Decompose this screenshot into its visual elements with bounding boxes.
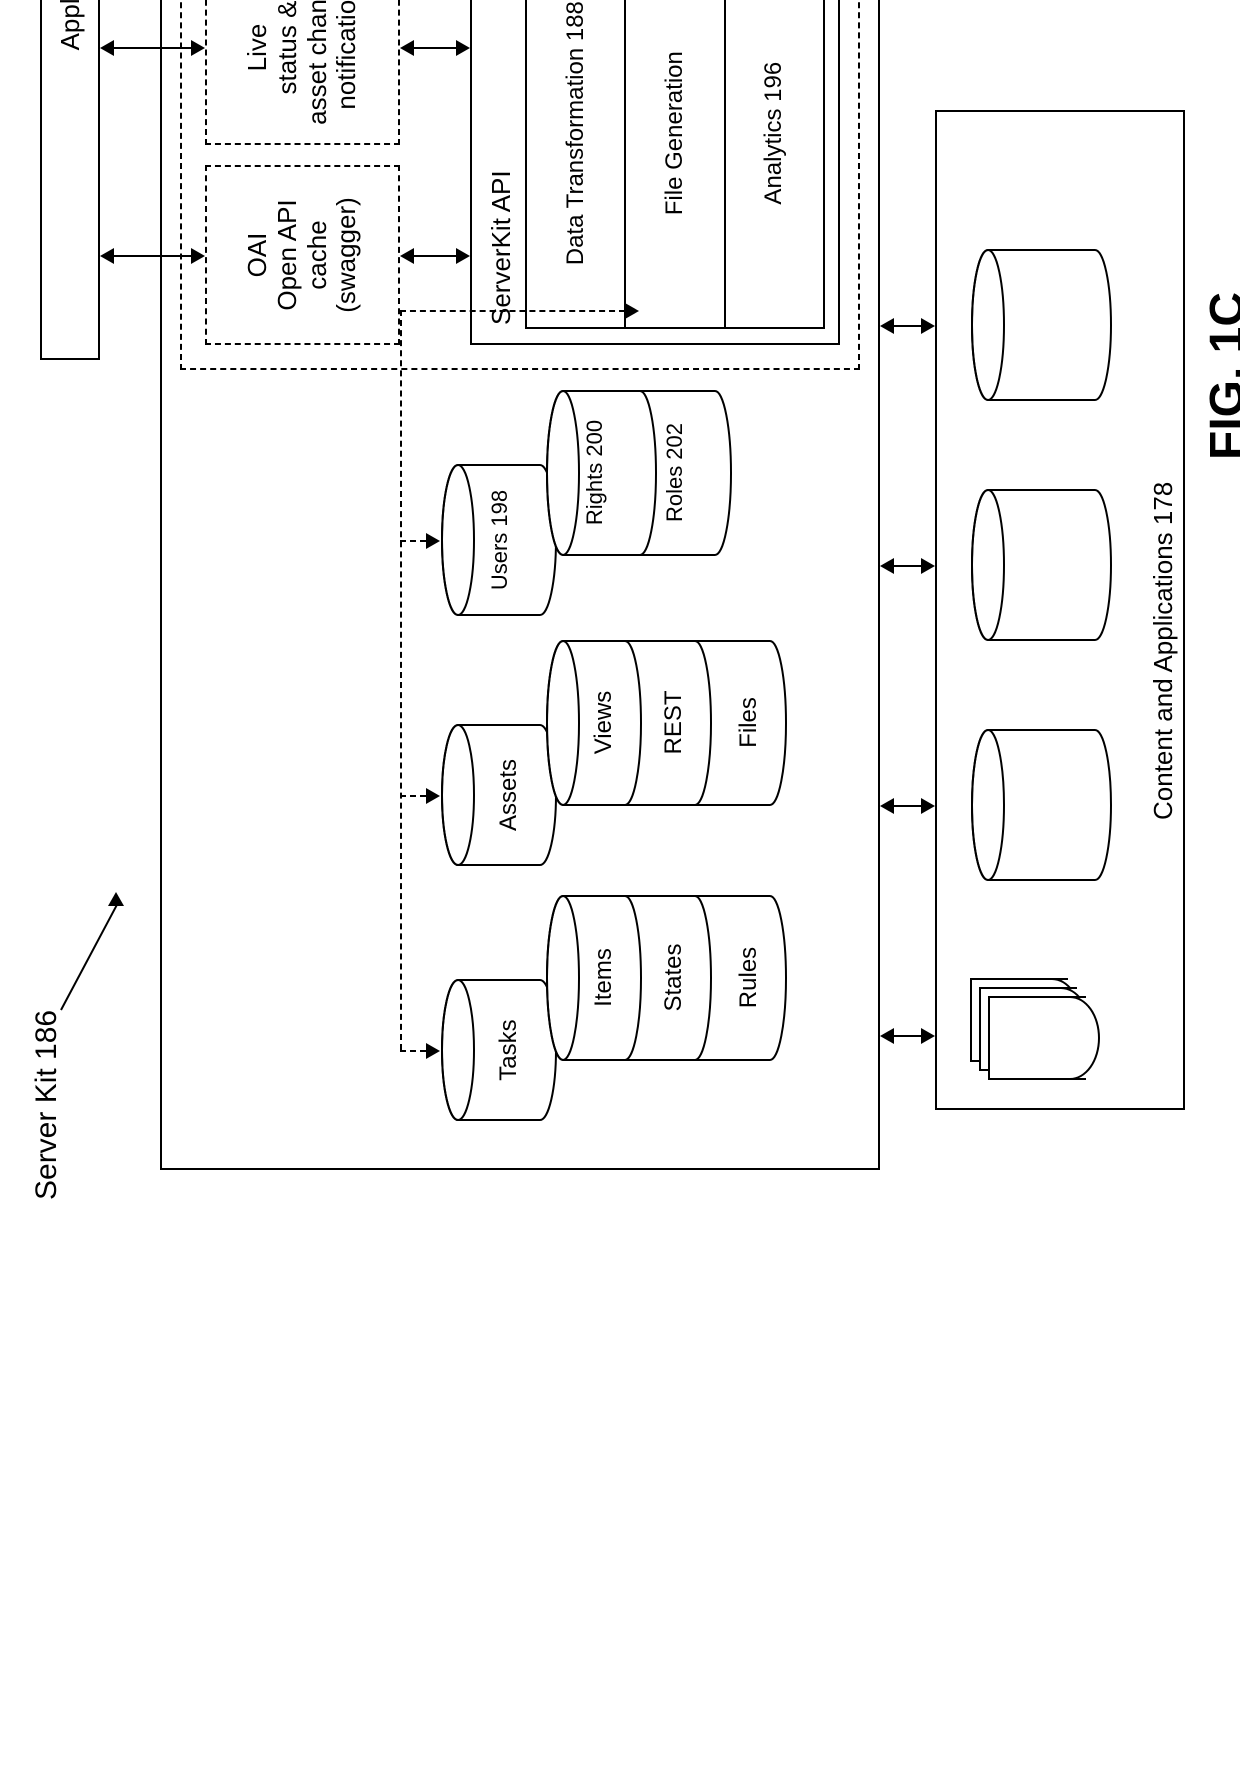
figure-label: FIG. 1C bbox=[1200, 292, 1240, 460]
oai-box: OAI Open API cache (swagger) bbox=[205, 165, 400, 345]
conn-content-db2-up bbox=[880, 558, 894, 574]
conn-oai-api-down bbox=[456, 248, 470, 264]
conn-content-db3 bbox=[894, 325, 921, 327]
conn-content-db2 bbox=[894, 565, 921, 567]
content-db-1-icon bbox=[970, 725, 1120, 885]
users-stack-icon bbox=[545, 385, 745, 560]
conn-content-db1-up bbox=[880, 798, 894, 814]
db-bus-arrow-users bbox=[426, 533, 440, 549]
conn-content-doc-down bbox=[921, 1028, 935, 1044]
db-bus-arrow-api bbox=[625, 303, 639, 319]
diagram-canvas: Server Kit 186 Applications 150 OAI Open… bbox=[0, 0, 1240, 1240]
tasks-stack-0: Items bbox=[590, 890, 618, 1065]
conn-content-doc bbox=[894, 1035, 921, 1037]
assets-stack: Views REST Files bbox=[545, 635, 810, 810]
serverkit-api-heading: ServerKit API bbox=[486, 0, 517, 325]
content-db-2-icon bbox=[970, 485, 1120, 645]
db-bus-v-api bbox=[400, 310, 625, 312]
content-db-3 bbox=[970, 245, 1125, 405]
assets-stack-1: REST bbox=[660, 635, 688, 810]
applications-box: Applications 150 bbox=[40, 0, 100, 360]
cell-analytics: Analytics 196 bbox=[725, 0, 824, 328]
db-bus-arrow-assets bbox=[426, 788, 440, 804]
tasks-stack-2: Rules bbox=[735, 890, 763, 1065]
assets-db-label: Assets bbox=[495, 720, 523, 870]
applications-label: Applications 150 bbox=[55, 0, 86, 50]
cell-file-generation: File Generation bbox=[625, 0, 724, 328]
conn-content-db2-down bbox=[921, 558, 935, 574]
db-bus-arrow-tasks bbox=[426, 1043, 440, 1059]
assets-stack-0: Views bbox=[590, 635, 618, 810]
oai-label: OAI Open API cache (swagger) bbox=[243, 197, 363, 313]
conn-content-db1-down bbox=[921, 798, 935, 814]
conn-live-api bbox=[414, 47, 456, 49]
tasks-stack-1: States bbox=[660, 890, 688, 1065]
db-bus-v-users bbox=[400, 540, 426, 542]
conn-oai bbox=[114, 255, 191, 257]
users-stack-1: Roles 202 bbox=[663, 385, 686, 560]
leader-line bbox=[60, 904, 118, 1011]
conn-live-up bbox=[100, 40, 114, 56]
conn-live-down bbox=[191, 40, 205, 56]
conn-content-doc-up bbox=[880, 1028, 894, 1044]
conn-live-api-up bbox=[400, 40, 414, 56]
conn-content-db3-down bbox=[921, 318, 935, 334]
live-status-box: Live status & asset change notification bbox=[205, 0, 400, 145]
conn-content-db3-up bbox=[880, 318, 894, 334]
leader-arrowhead bbox=[108, 892, 124, 906]
conn-oai-up bbox=[100, 248, 114, 264]
content-apps-label: Content and Applications 178 bbox=[1148, 482, 1179, 820]
conn-oai-api-up bbox=[400, 248, 414, 264]
cell-data-transformation: Data Transformation 188 bbox=[526, 0, 625, 328]
conn-oai-down bbox=[191, 248, 205, 264]
tasks-stack: Items States Rules bbox=[545, 890, 810, 1065]
assets-stack-2: Files bbox=[735, 635, 763, 810]
conn-oai-api bbox=[414, 255, 456, 257]
conn-content-db1 bbox=[894, 805, 921, 807]
serverkit-api-table: Data Transformation 188 Cascading Views … bbox=[525, 0, 825, 329]
conn-live bbox=[114, 47, 191, 49]
users-stack: Rights 200 Roles 202 bbox=[545, 385, 750, 560]
db-bus-hline bbox=[400, 310, 402, 1050]
content-db-2 bbox=[970, 485, 1125, 645]
content-db-1 bbox=[970, 725, 1125, 885]
serverkit-api-box: ServerKit API Data Transformation 188 Ca… bbox=[470, 0, 840, 345]
users-db-label: Users 198 bbox=[488, 460, 511, 620]
tasks-db-label: Tasks bbox=[495, 975, 523, 1125]
db-bus-v-assets bbox=[400, 795, 426, 797]
content-db-3-icon bbox=[970, 245, 1120, 405]
title-label: Server Kit 186 bbox=[30, 1010, 64, 1200]
conn-live-api-down bbox=[456, 40, 470, 56]
live-status-label: Live status & asset change notification bbox=[243, 0, 363, 125]
db-bus-v-tasks bbox=[400, 1050, 426, 1052]
users-stack-0: Rights 200 bbox=[583, 385, 606, 560]
